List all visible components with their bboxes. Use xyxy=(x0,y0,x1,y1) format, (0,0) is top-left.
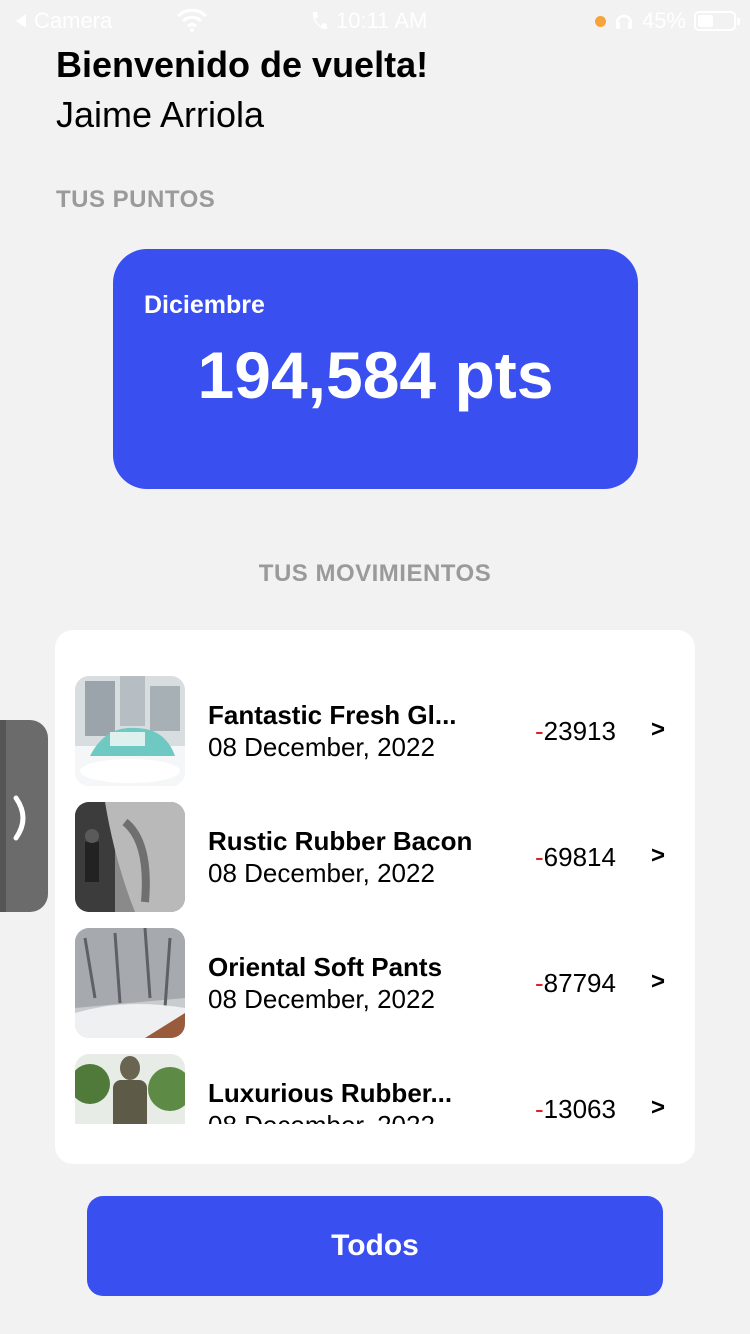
movement-row[interactable]: Rustic Rubber Bacon 08 December, 2022 -6… xyxy=(55,802,695,912)
amount-sign: - xyxy=(535,716,544,746)
movement-title: Fantastic Fresh Gl... xyxy=(208,700,457,730)
points-month: Diciembre xyxy=(144,291,265,319)
movements-card: Fantastic Fresh Gl... 08 December, 2022 … xyxy=(55,630,695,1164)
wifi-icon xyxy=(176,8,208,38)
headphones-icon xyxy=(615,14,633,29)
movements-section-label: TUS MOVIMIENTOS xyxy=(258,560,492,587)
movement-thumbnail-street xyxy=(75,802,185,912)
amount-value: 23913 xyxy=(543,716,616,746)
amount-sign: - xyxy=(535,968,544,998)
chevron-right-icon[interactable]: > xyxy=(651,968,665,996)
movement-thumbnail-car xyxy=(75,676,185,786)
movement-date: 08 December, 2022 xyxy=(208,732,435,762)
amount-value: 13063 xyxy=(543,1094,616,1124)
points-value: 194,584 pts xyxy=(197,338,554,412)
movement-amount: -23913 xyxy=(535,716,616,747)
all-movements-button[interactable]: Todos xyxy=(87,1196,663,1296)
movement-date: 08 December, 2022 xyxy=(208,984,435,1014)
points-card: Diciembre 194,584 pts xyxy=(113,249,638,489)
amount-value: 87794 xyxy=(543,968,616,998)
back-to-app[interactable]: Camera xyxy=(14,8,112,34)
movement-date: 08 December, 2022 xyxy=(208,1110,435,1124)
movement-row[interactable]: Oriental Soft Pants 08 December, 2022 -8… xyxy=(55,928,695,1038)
back-app-label: Camera xyxy=(34,8,113,33)
movement-title: Luxurious Rubber... xyxy=(208,1078,453,1108)
phone-call-icon xyxy=(312,12,327,30)
movement-title: Oriental Soft Pants xyxy=(208,952,443,982)
movements-list[interactable]: Fantastic Fresh Gl... 08 December, 2022 … xyxy=(55,676,695,1124)
side-drawer-handle[interactable] xyxy=(0,720,48,912)
movement-amount: -69814 xyxy=(535,842,616,873)
movement-date: 08 December, 2022 xyxy=(208,858,435,888)
movement-row[interactable]: Fantastic Fresh Gl... 08 December, 2022 … xyxy=(55,676,695,786)
user-name: Jaime Arriola xyxy=(56,94,265,135)
status-time: 10:11 AM xyxy=(336,8,428,33)
points-section-label: TUS PUNTOS xyxy=(56,186,216,213)
movement-thumbnail-statue xyxy=(75,1054,185,1124)
welcome-title: Bienvenido de vuelta! xyxy=(56,44,429,85)
movement-thumbnail-snow-forest xyxy=(75,928,185,1038)
amount-value: 69814 xyxy=(543,842,616,872)
amount-sign: - xyxy=(535,842,544,872)
movement-amount: -87794 xyxy=(535,968,616,999)
amount-sign: - xyxy=(535,1094,544,1124)
movement-amount: -13063 xyxy=(535,1094,616,1124)
chevron-right-icon xyxy=(13,795,26,841)
chevron-right-icon[interactable]: > xyxy=(651,1094,665,1122)
battery-icon xyxy=(694,11,740,31)
mic-indicator-dot xyxy=(594,15,606,27)
chevron-right-icon[interactable]: > xyxy=(651,842,665,870)
battery-percent: 45% xyxy=(641,8,686,33)
movement-title: Rustic Rubber Bacon xyxy=(208,826,473,856)
movement-row[interactable]: Luxurious Rubber... 08 December, 2022 -1… xyxy=(55,1054,695,1124)
status-bar: Camera 10:11 AM 45% xyxy=(0,0,750,40)
back-arrow-icon xyxy=(16,14,26,28)
chevron-right-icon[interactable]: > xyxy=(651,716,665,744)
